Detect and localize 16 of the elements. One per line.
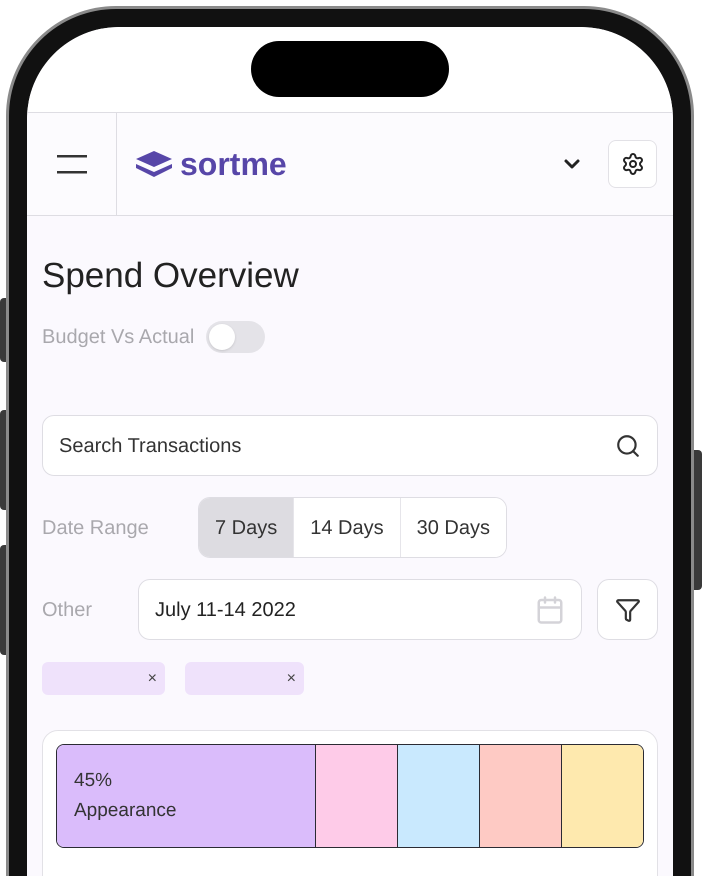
- spend-segment[interactable]: 45% Appearance: [57, 745, 315, 847]
- remove-tag-button[interactable]: ×: [286, 670, 296, 686]
- date-range-option[interactable]: 7 Days: [199, 498, 294, 557]
- brand-name: sortme: [180, 148, 287, 180]
- segment-percent: 45%: [74, 769, 114, 793]
- page-title: Spend Overview: [42, 258, 300, 293]
- date-range-label: Date Range: [42, 516, 150, 540]
- search-field[interactable]: Search Transactions: [42, 415, 658, 476]
- search-input[interactable]: Search Transactions: [59, 430, 615, 460]
- toggle-label: Budget Vs Actual: [42, 325, 194, 350]
- remove-tag-button[interactable]: ×: [148, 670, 157, 686]
- date-value: July 11-14 2022: [155, 598, 297, 622]
- segment-category: Appearance: [74, 799, 178, 823]
- date-field[interactable]: July 11-14 2022: [138, 579, 582, 640]
- date-range-option[interactable]: 30 Days: [400, 498, 506, 557]
- other-label: Other: [42, 598, 94, 622]
